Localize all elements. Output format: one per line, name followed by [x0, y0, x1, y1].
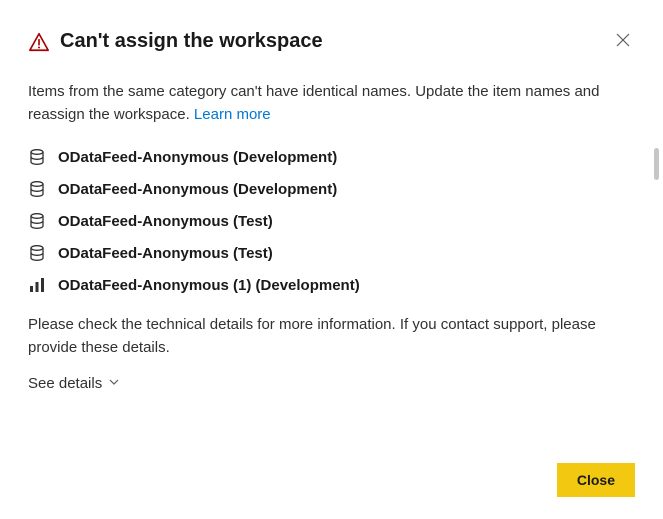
- item-label: ODataFeed-Anonymous (1) (Development): [58, 277, 360, 294]
- dialog-footer: Close: [557, 463, 635, 497]
- learn-more-link[interactable]: Learn more: [194, 106, 271, 123]
- report-icon: [28, 276, 46, 294]
- list-item: ODataFeed-Anonymous (Development): [28, 180, 635, 198]
- conflict-item-list: ODataFeed-Anonymous (Development) ODataF…: [28, 148, 635, 294]
- item-label: ODataFeed-Anonymous (Test): [58, 245, 273, 262]
- dataset-icon: [28, 244, 46, 262]
- close-icon: [615, 32, 631, 51]
- dialog-description: Items from the same category can't have …: [28, 81, 635, 126]
- scrollbar-thumb[interactable]: [654, 148, 659, 180]
- item-label: ODataFeed-Anonymous (Test): [58, 213, 273, 230]
- item-label: ODataFeed-Anonymous (Development): [58, 149, 337, 166]
- list-item: ODataFeed-Anonymous (Test): [28, 212, 635, 230]
- warning-icon: [28, 31, 50, 53]
- dataset-icon: [28, 180, 46, 198]
- dataset-icon: [28, 148, 46, 166]
- dialog-header: Can't assign the workspace: [28, 28, 635, 55]
- list-item: ODataFeed-Anonymous (Test): [28, 244, 635, 262]
- description-text: Items from the same category can't have …: [28, 83, 600, 123]
- list-item: ODataFeed-Anonymous (Development): [28, 148, 635, 166]
- close-icon-button[interactable]: [611, 28, 635, 55]
- title-group: Can't assign the workspace: [28, 30, 323, 53]
- see-details-toggle[interactable]: See details: [28, 375, 120, 392]
- list-item: ODataFeed-Anonymous (1) (Development): [28, 276, 635, 294]
- see-details-label: See details: [28, 375, 102, 392]
- dialog-title: Can't assign the workspace: [60, 30, 323, 53]
- chevron-down-icon: [108, 375, 120, 392]
- technical-details-text: Please check the technical details for m…: [28, 314, 635, 359]
- item-label: ODataFeed-Anonymous (Development): [58, 181, 337, 198]
- dataset-icon: [28, 212, 46, 230]
- close-button[interactable]: Close: [557, 463, 635, 497]
